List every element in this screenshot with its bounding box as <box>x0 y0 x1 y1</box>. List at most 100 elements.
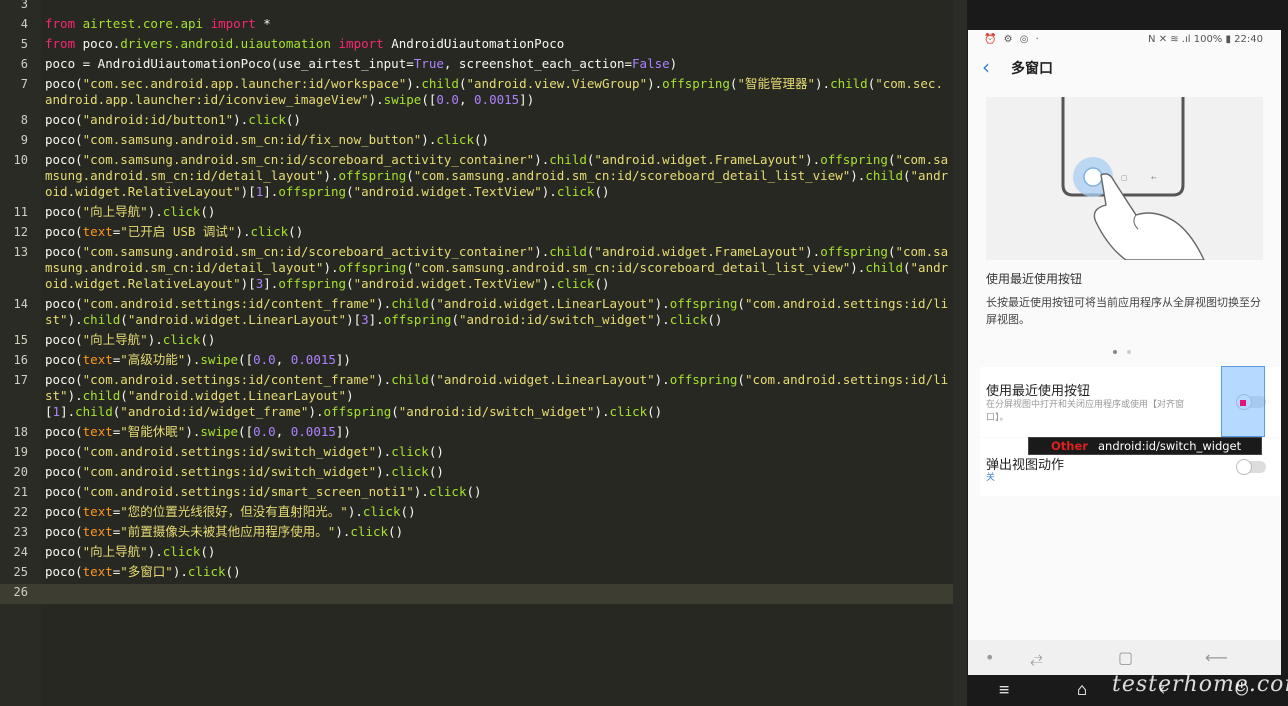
menu-icon[interactable]: ≡ <box>999 678 1009 702</box>
device-screen[interactable]: ⏰ ⚙ ◎ · N ✕ ≋ .ıl 100% ▮ 22:40 ‹ 多窗口 ▢ ←… <box>968 30 1281 675</box>
code-token: child <box>391 296 429 311</box>
code-token: poco( <box>45 372 83 387</box>
home-icon[interactable]: ⌂ <box>1077 678 1087 702</box>
line-number: 14 <box>13 297 28 311</box>
code-token: ). <box>805 244 821 259</box>
code-line[interactable]: 10 poco("com.samsung.android.sm_cn:id/sco… <box>0 152 953 204</box>
code-line[interactable]: 3 <box>0 0 953 16</box>
code-token: ( <box>120 312 128 327</box>
code-token: "android.widget.FrameLayout" <box>594 152 806 167</box>
code-line[interactable]: 26 <box>0 584 953 604</box>
code-line[interactable]: 5 from poco.drivers.android.uiautomation … <box>0 36 953 56</box>
code-token: poco( <box>45 132 83 147</box>
code-line[interactable]: 18 poco(text="智能休眠").swipe([0.0, 0.0015]) <box>0 424 953 444</box>
code-token: click <box>436 132 474 147</box>
code-token: click <box>556 276 595 291</box>
line-code: poco("com.android.settings:id/content_fr… <box>45 372 949 420</box>
line-number: 21 <box>13 485 28 499</box>
code-token: "com.android.settings:id/content_frame" <box>82 296 377 311</box>
code-token: ). <box>308 404 324 419</box>
code-token: () <box>594 184 610 199</box>
code-token: ). <box>172 564 188 579</box>
svg-text:←: ← <box>1151 174 1157 182</box>
code-line[interactable]: 16 poco(text="高级功能").swipe([0.0, 0.0015]) <box>0 352 953 372</box>
code-token: poco( <box>45 424 83 439</box>
code-token: text <box>82 524 113 539</box>
code-token: ( <box>346 184 354 199</box>
code-token: ]. <box>263 184 279 199</box>
code-line[interactable]: 20 poco("com.android.settings:id/switch_w… <box>0 464 953 484</box>
code-token: text <box>82 224 113 239</box>
code-token: poco( <box>45 564 83 579</box>
code-token: child <box>830 76 868 91</box>
code-line[interactable]: 9 poco("com.samsung.android.sm_cn:id/fix_… <box>0 132 953 152</box>
line-number: 26 <box>13 585 28 599</box>
code-token: poco. <box>75 36 121 51</box>
code-editor[interactable]: 3 4 from airtest.core.api import * 5 from po… <box>0 0 953 706</box>
code-line[interactable]: 25 poco(text="多窗口").click() <box>0 564 953 584</box>
code-token: ) <box>669 56 678 71</box>
code-token: "com.sec.android.app.launcher:id/workspa… <box>82 76 407 91</box>
code-token: 0.0015 <box>290 352 336 367</box>
code-token: "您的位置光线很好，但没有直射阳光。" <box>120 504 348 519</box>
code-token: poco( <box>45 76 83 91</box>
code-token: ). <box>67 388 83 403</box>
code-token: text <box>82 504 113 519</box>
line-code: poco("向上导航").click() <box>45 204 949 220</box>
switch-widget[interactable] <box>1236 459 1266 475</box>
code-line[interactable]: 12 poco(text="已开启 USB 调试").click() <box>0 224 953 244</box>
code-token: ). <box>185 424 201 439</box>
code-line[interactable]: 6 poco = AndroidUiautomationPoco(use_airt… <box>0 56 953 76</box>
code-line[interactable]: 22 poco(text="您的位置光线很好，但没有直射阳光。").click() <box>0 504 953 524</box>
element-name-label: android:id/switch_widget <box>1098 439 1242 453</box>
code-line[interactable]: 17 poco("com.android.settings:id/content_… <box>0 372 953 424</box>
code-token: "android.widget.TextView" <box>353 184 542 199</box>
code-token: "com.samsung.android.sm_cn:id/fix_now_bu… <box>82 132 422 147</box>
line-number: 10 <box>13 153 28 167</box>
line-code: poco("com.android.settings:id/smart_scre… <box>45 484 949 500</box>
back-arrow-icon[interactable]: ‹ <box>982 56 990 78</box>
code-token: child <box>865 260 903 275</box>
code-token: drivers.android.uiautomation <box>120 36 331 51</box>
code-token: click <box>556 184 595 199</box>
line-number: 3 <box>20 0 28 11</box>
code-token: 0.0 <box>436 92 459 107</box>
line-number: 17 <box>13 373 28 387</box>
code-token: "com.samsung.android.sm_cn:id/scoreboard… <box>413 260 851 275</box>
code-token: "向上导航" <box>82 204 148 219</box>
code-token: poco( <box>45 112 83 127</box>
code-token: () <box>200 544 216 559</box>
code-token: "android.widget.LinearLayout" <box>127 388 347 403</box>
code-line[interactable]: 8 poco("android:id/button1").click() <box>0 112 953 132</box>
code-line[interactable]: 7 poco("com.sec.android.app.launcher:id/w… <box>0 76 953 112</box>
code-line[interactable]: 19 poco("com.android.settings:id/switch_w… <box>0 444 953 464</box>
code-line[interactable]: 21 poco("com.android.settings:id/smart_sc… <box>0 484 953 504</box>
recent-apps-icon[interactable]: ⥄ <box>1030 640 1043 675</box>
dot-icon[interactable]: • <box>985 640 994 675</box>
code-token: ). <box>235 224 251 239</box>
code-line[interactable]: 23 poco(text="前置摄像头未被其他应用程序使用。").click() <box>0 524 953 544</box>
multi-window-illustration: ▢ ← <box>986 97 1263 261</box>
setting-title: 弹出视图动作 <box>986 458 1065 473</box>
code-line[interactable]: 13 poco("com.samsung.android.sm_cn:id/sco… <box>0 244 953 296</box>
line-number: 18 <box>13 425 28 439</box>
code-line[interactable]: 14 poco("com.android.settings:id/content_… <box>0 296 953 332</box>
editor-scrollbar[interactable] <box>953 0 967 706</box>
code-token: "android.view.ViewGroup" <box>466 76 648 91</box>
code-token: () <box>474 132 490 147</box>
code-line[interactable]: 4 from airtest.core.api import * <box>0 16 953 36</box>
code-token: ). <box>654 372 670 387</box>
code-token: "android.widget.LinearLayout" <box>436 296 655 311</box>
code-token: text <box>82 564 113 579</box>
code-line[interactable]: 15 poco("向上导航").click() <box>0 332 953 352</box>
code-token: ). <box>185 352 201 367</box>
code-token: ). <box>406 76 422 91</box>
code-token: () <box>428 444 444 459</box>
line-number: 13 <box>13 245 28 259</box>
code-line[interactable]: 11 poco("向上导航").click() <box>0 204 953 224</box>
code-token: from <box>45 16 76 31</box>
code-token: "android.widget.FrameLayout" <box>594 244 806 259</box>
code-line[interactable]: 24 poco("向上导航").click() <box>0 544 953 564</box>
line-code: poco("com.android.settings:id/content_fr… <box>45 296 949 328</box>
code-token: offspring <box>338 168 407 183</box>
